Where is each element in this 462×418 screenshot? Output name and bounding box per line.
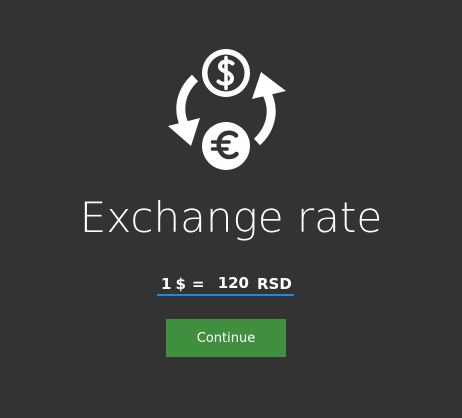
continue-button[interactable]: Continue xyxy=(166,319,286,357)
base-currency-symbol: $ xyxy=(175,275,186,293)
dollar-coin-icon xyxy=(202,49,250,97)
left-curved-arrow-icon xyxy=(168,74,200,146)
target-currency-label: RSD xyxy=(257,275,292,293)
exchange-rate-row: 1$= RSD xyxy=(157,272,294,294)
exchange-rate-screen: Exchange rate 1$= RSD Continue xyxy=(0,0,462,418)
rate-input-field[interactable]: RSD xyxy=(201,272,294,294)
rate-input[interactable] xyxy=(201,272,249,294)
base-rate-label: 1 $ = xyxy=(161,275,204,293)
rate-input-underline xyxy=(157,294,294,296)
right-curved-arrow-icon xyxy=(252,72,286,146)
base-amount: 1 xyxy=(161,275,172,293)
euro-coin-icon xyxy=(202,122,250,170)
page-title: Exchange rate xyxy=(79,193,383,242)
currency-exchange-icon xyxy=(168,49,286,170)
